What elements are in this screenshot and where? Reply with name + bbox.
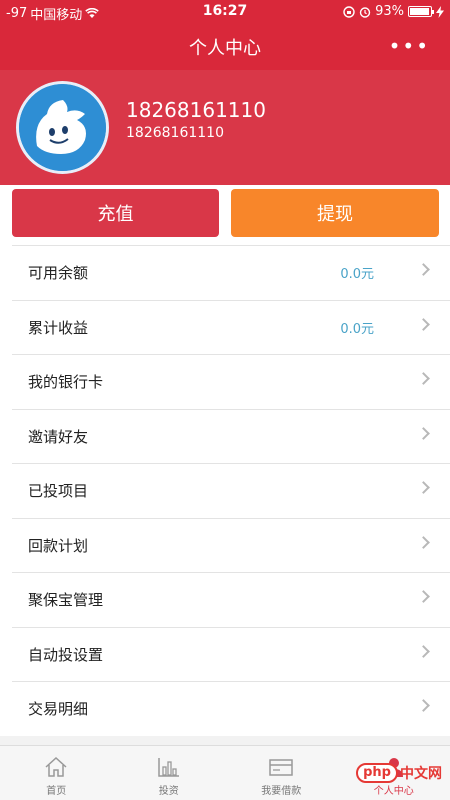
status-bar: -97 中国移动 16:27 93% [0,0,450,24]
charging-icon [436,5,444,18]
tab-label: 投资 [158,786,179,797]
tab-home[interactable]: 首页 [0,746,113,800]
menu-item-label: 自动投设置 [28,645,104,664]
tab-label: 首页 [46,786,67,797]
battery-percent: 93% [375,4,404,19]
withdraw-button[interactable]: 提现 [231,189,439,237]
profile-header: 18268161110 18268161110 [0,70,450,185]
menu-item-label: 可用余额 [28,264,89,283]
menu-item-total-earnings[interactable]: 累计收益 0.0元 [12,299,450,355]
chevron-right-icon [417,699,430,712]
tab-label: 个人中心 [373,786,414,797]
chevron-right-icon [417,372,430,385]
rotation-lock-icon [343,5,355,18]
tab-label: 我要借款 [261,786,302,797]
menu-item-bank-card[interactable]: 我的银行卡 [12,354,450,409]
mascot-icon [19,84,106,171]
action-buttons: 充值 提现 [0,185,450,245]
user-name: 18268161110 [126,98,266,122]
chevron-right-icon [417,535,430,549]
watermark-php: php [356,763,398,783]
menu-item-value: 0.0元 [340,321,374,337]
home-icon [45,756,67,777]
alarm-icon [359,6,371,18]
page-title: 个人中心 [189,38,261,59]
tab-borrow[interactable]: 我要借款 [225,746,338,800]
chevron-right-icon [417,590,430,603]
status-right: 93% [343,4,444,19]
menu-item-label: 邀请好友 [28,427,89,446]
chevron-right-icon [417,481,430,494]
chevron-right-icon [417,426,430,440]
watermark-cn: 中文网 [400,766,442,782]
menu-item-jubaobao-management[interactable]: 聚保宝管理 [12,572,450,627]
battery-icon [408,6,434,17]
menu-item-invite-friends[interactable]: 邀请好友 [12,408,450,464]
menu-item-repayment-plan[interactable]: 回款计划 [12,517,450,573]
chart-icon [158,758,179,777]
chevron-right-icon [417,263,430,276]
php-cn-watermark: php 中文网 [356,763,442,783]
card-icon [269,759,293,776]
recharge-button[interactable]: 充值 [12,189,219,237]
user-phone: 18268161110 [126,125,224,141]
menu-item-label: 我的银行卡 [28,373,104,392]
chevron-right-icon [417,644,430,658]
menu-item-value: 0.0元 [340,267,374,283]
tab-invest[interactable]: 投资 [113,746,226,800]
menu-item-available-balance[interactable]: 可用余额 0.0元 [12,245,450,300]
avatar[interactable] [16,81,109,174]
nav-bar: 个人中心 ••• [0,24,450,70]
menu-item-label: 交易明细 [28,700,89,719]
menu-item-transaction-details[interactable]: 交易明细 [12,681,450,736]
menu-item-label: 回款计划 [28,536,89,555]
menu-item-label: 聚保宝管理 [28,591,104,610]
chevron-right-icon [417,317,430,331]
menu-list: 可用余额 0.0元 累计收益 0.0元 我的银行卡 邀请好友 已投项目 回款计划… [0,245,450,736]
menu-item-invested-projects[interactable]: 已投项目 [12,463,450,518]
menu-item-label: 已投项目 [28,482,89,501]
more-menu-button[interactable]: ••• [389,34,430,58]
menu-item-label: 累计收益 [28,318,89,337]
menu-item-auto-invest-settings[interactable]: 自动投设置 [12,626,450,682]
